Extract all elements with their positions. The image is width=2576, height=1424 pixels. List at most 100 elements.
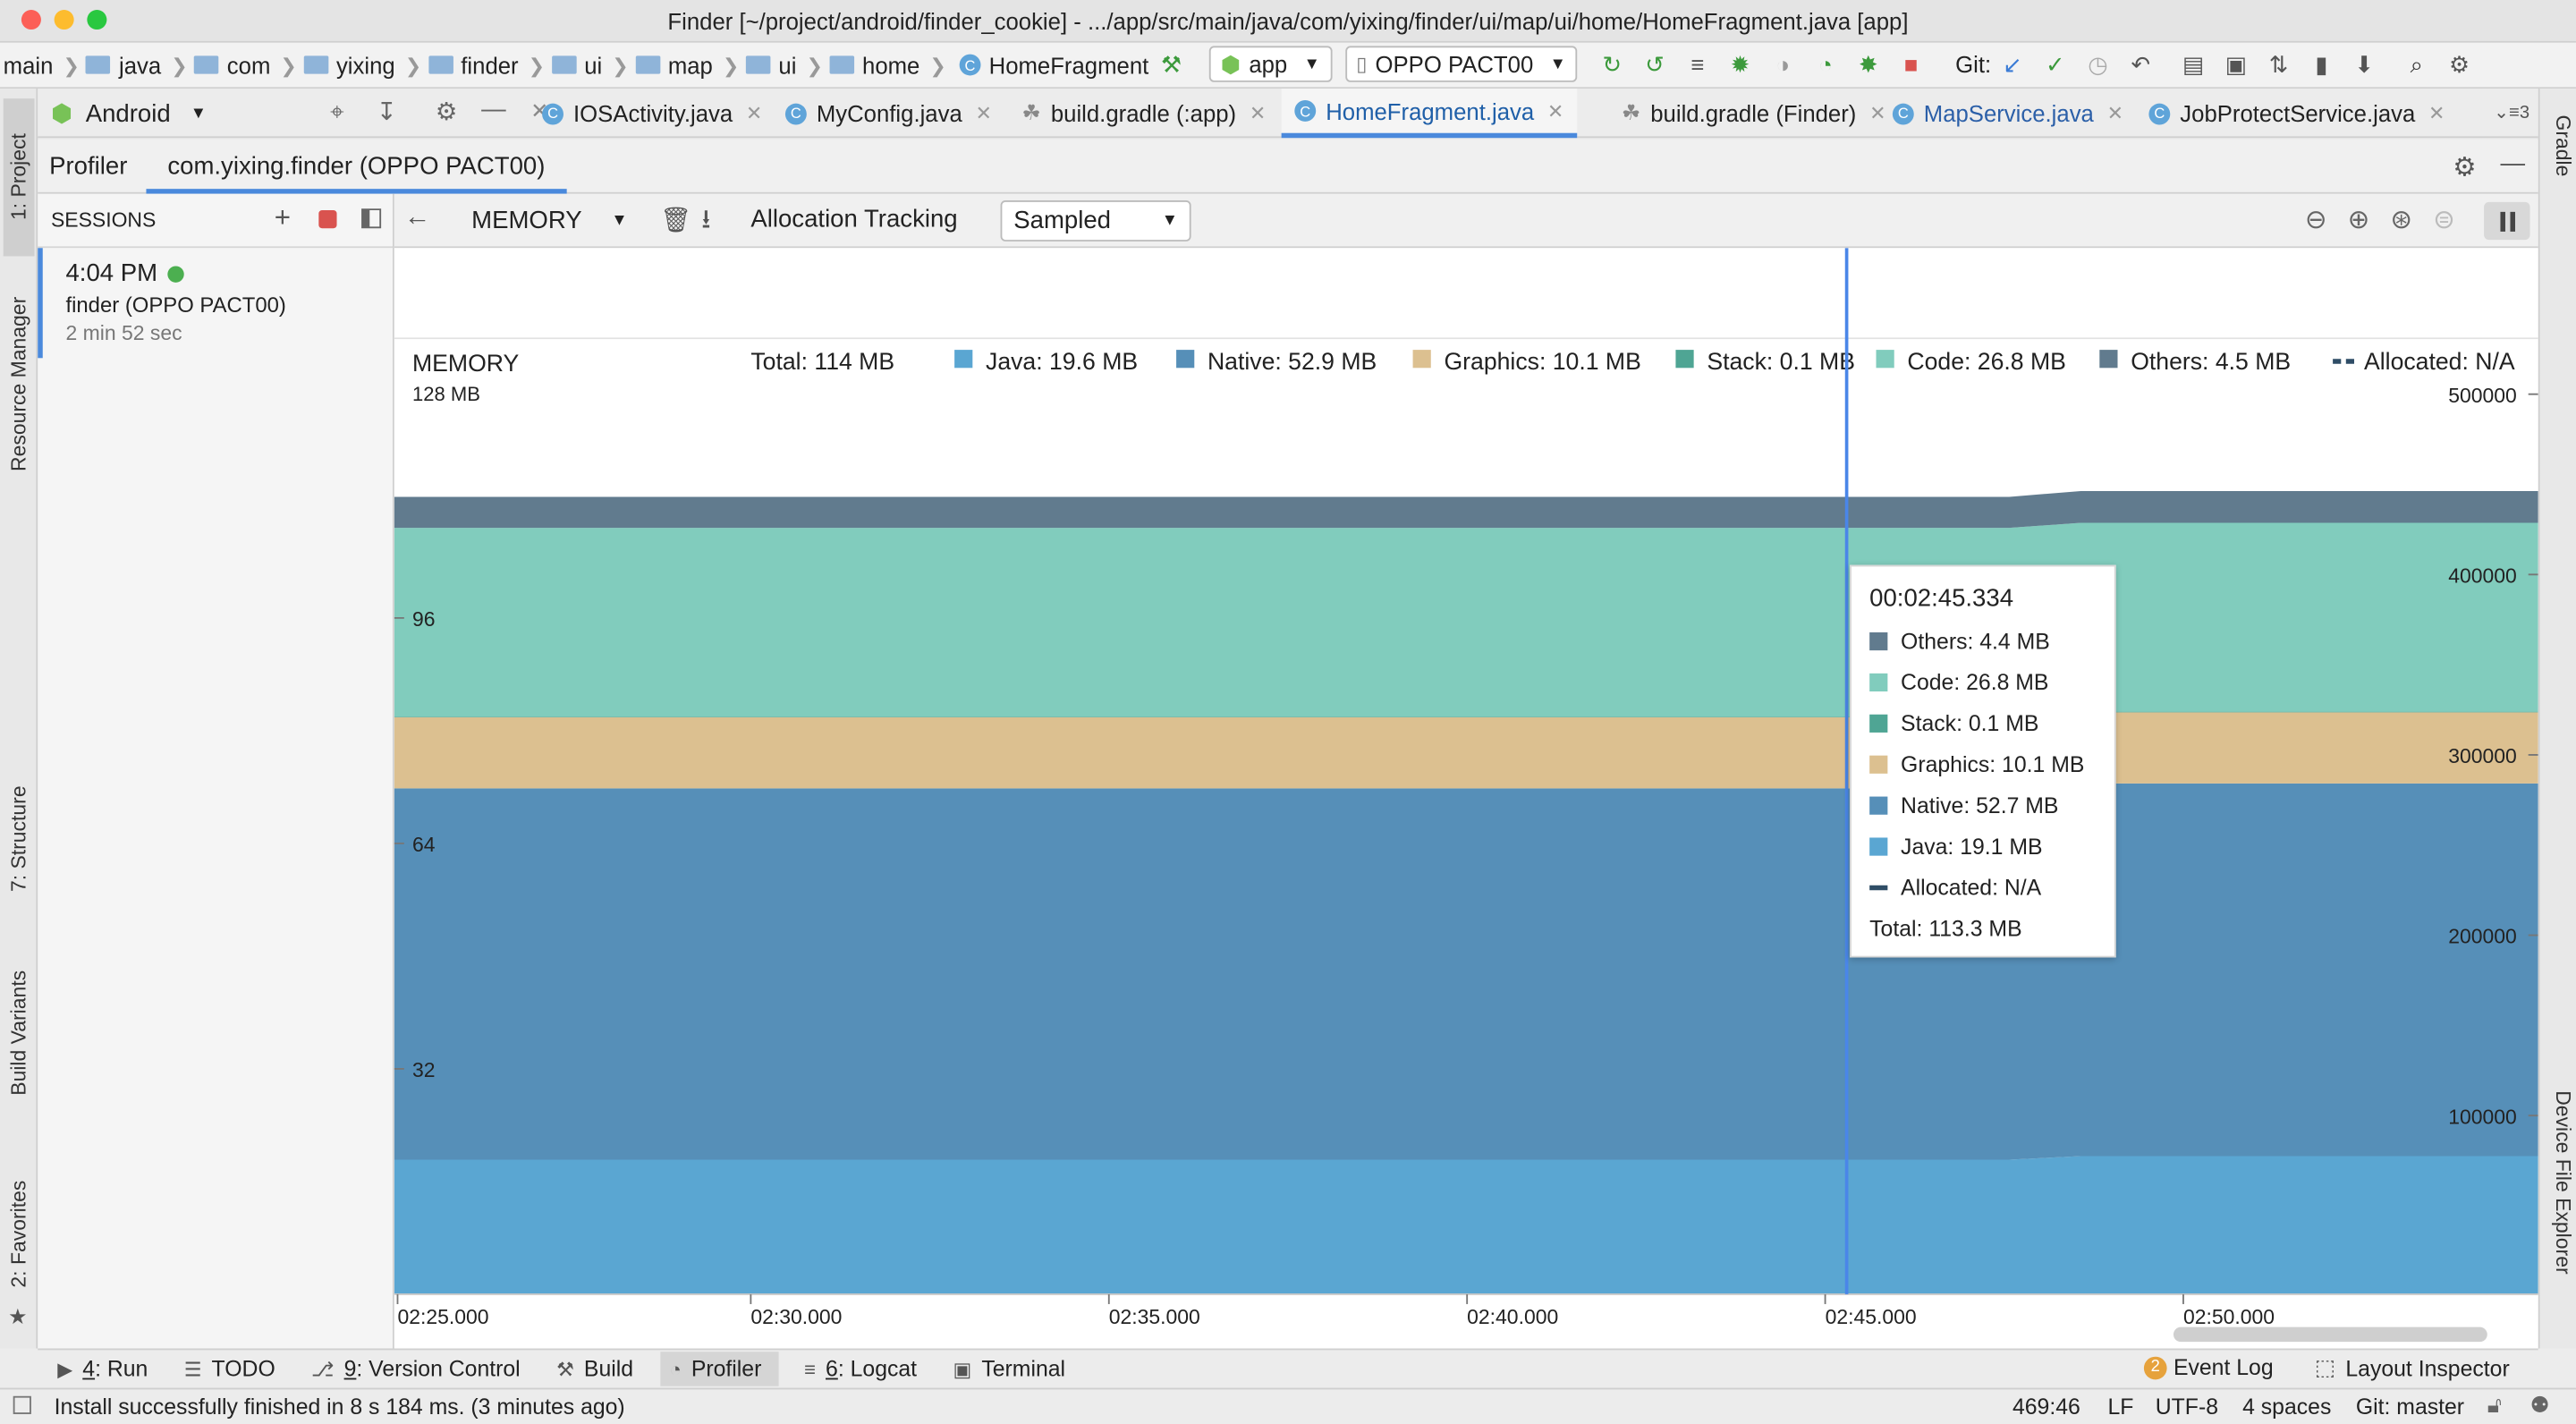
close-tab-icon[interactable]: ✕	[1250, 102, 1266, 125]
breadcrumb-item[interactable]: yixing ❯	[303, 52, 421, 78]
editor-tab[interactable]: C MyConfig.java ✕	[772, 89, 1004, 138]
breadcrumb-item[interactable]: home ❯	[829, 52, 946, 78]
reset-zoom-icon[interactable]: ⊛	[2390, 204, 2412, 237]
inspector-icon[interactable]: ⚉	[2530, 1393, 2550, 1419]
legend-swatch-stack	[1675, 350, 1694, 369]
tooltip-row: Allocated: N/A	[1869, 868, 2096, 909]
zoom-out-icon[interactable]: ⊖	[2305, 204, 2327, 237]
collapse-sessions-icon[interactable]	[361, 208, 382, 229]
tool-window-todo[interactable]: ☰ TODO	[184, 1357, 275, 1382]
indent-setting[interactable]: 4 spaces	[2242, 1394, 2331, 1420]
tool-window-profiler[interactable]: ◔ Profiler	[659, 1352, 778, 1386]
zoom-to-selection-icon[interactable]: ⊜	[2433, 204, 2455, 237]
search-icon[interactable]: ⌕	[2402, 49, 2431, 79]
build-hammer-icon[interactable]: ⚒	[1157, 49, 1186, 79]
lock-icon[interactable]: 🔓︎	[2487, 1393, 2502, 1419]
breadcrumb-item[interactable]: ui ❯	[551, 52, 629, 78]
collapse-all-icon[interactable]: ↧	[377, 97, 397, 126]
editor-tab[interactable]: C JobProtectService.java ✕	[2136, 89, 2458, 138]
project-tool-tab[interactable]: 1: Project	[3, 98, 35, 257]
apply-changes-restart-icon[interactable]: ↻	[1597, 49, 1627, 79]
editor-tab[interactable]: ☘ build.gradle (Finder) ✕	[1608, 89, 1899, 138]
gradle-tool-tab[interactable]: Gradle	[2545, 115, 2574, 214]
add-session-icon[interactable]: +	[275, 202, 291, 235]
apply-code-changes-icon[interactable]: ↺	[1640, 49, 1669, 79]
layout-inspector-button[interactable]: ⬚ Layout Inspector	[2315, 1355, 2510, 1381]
project-view-select[interactable]: ⬢ Android ▼	[51, 89, 207, 138]
sync-gradle-icon[interactable]: ⇅	[2264, 49, 2293, 79]
editor-tab[interactable]: C MapService.java ✕	[1879, 89, 2137, 138]
resource-manager-tool-tab[interactable]: Resource Manager	[4, 269, 35, 499]
force-gc-icon[interactable]: 🗑︎	[660, 206, 691, 234]
avd-manager-icon[interactable]: ▣	[2221, 49, 2250, 79]
process-tab[interactable]: com.yixing.finder (OPPO PACT00)	[146, 140, 567, 194]
settings-icon[interactable]: ⚙	[2445, 49, 2474, 79]
device-file-explorer-tool-tab[interactable]: Device File Explorer	[2545, 1090, 2574, 1320]
close-tab-icon[interactable]: ✕	[2107, 102, 2123, 125]
settings-icon[interactable]: ⚙	[436, 97, 458, 126]
stop-session-icon[interactable]	[318, 210, 337, 229]
breadcrumb-item[interactable]: main ❯	[4, 52, 80, 78]
close-tab-icon[interactable]: ✕	[2428, 102, 2445, 125]
tool-window-build[interactable]: ⚒ Build	[556, 1357, 633, 1382]
editor-tab[interactable]: ☘ build.gradle (:app) ✕	[1009, 89, 1279, 138]
coverage-icon[interactable]: ≡	[1682, 49, 1712, 79]
git-branch[interactable]: Git: master	[2356, 1394, 2464, 1420]
git-rollback-icon[interactable]: ↶	[2126, 49, 2156, 79]
memory-chart[interactable]: 96 64 32 128 MB 500000 400000 300000 200000 1000…	[394, 248, 2538, 1349]
tool-window-terminal[interactable]: ▣ Terminal	[953, 1357, 1065, 1382]
close-tab-icon[interactable]: ✕	[746, 102, 762, 125]
session-item[interactable]: 4:04 PM finder (OPPO PACT00) 2 min 52 sec	[38, 248, 393, 359]
close-tab-icon[interactable]: ✕	[975, 102, 991, 125]
pause-live-button[interactable]	[2484, 201, 2530, 241]
event-log-button[interactable]: 2 Event Log	[2143, 1355, 2274, 1379]
tool-window-logcat[interactable]: ≡ 6: Logcat	[804, 1357, 917, 1382]
device-manager-icon[interactable]: ▮	[2307, 49, 2336, 79]
run-config-select[interactable]: ⬢ app ▼	[1208, 46, 1332, 82]
editor-tab[interactable]: C HomeFragment.java ✕	[1281, 89, 1578, 139]
back-arrow-icon[interactable]: ←	[404, 204, 430, 233]
profiler-tab-label[interactable]: Profiler	[49, 153, 127, 181]
settings-icon[interactable]: ⚙	[2453, 151, 2476, 184]
editor-tab[interactable]: C IOSActivity.java ✕	[529, 89, 775, 138]
profile-icon[interactable]: ◔	[1810, 49, 1840, 79]
locate-file-icon[interactable]: ⌖	[330, 98, 344, 126]
favorites-tool-tab[interactable]: 2: Favorites	[4, 1166, 35, 1301]
tabs-overflow[interactable]: ⌄≡3	[2494, 102, 2529, 123]
caret-position[interactable]: 469:46	[2012, 1394, 2080, 1420]
close-tab-icon[interactable]: ✕	[1547, 99, 1563, 123]
sdk-manager-icon[interactable]: ⬇	[2350, 49, 2379, 79]
profiler-select[interactable]: MEMORY ▼	[460, 202, 634, 240]
legend-label-others: Others: 4.5 MB	[2131, 348, 2291, 375]
breadcrumb-item[interactable]: C HomeFragment	[953, 52, 1148, 78]
breadcrumb-item[interactable]: map ❯	[635, 52, 739, 78]
file-encoding[interactable]: UTF-8	[2156, 1394, 2218, 1420]
zoom-in-icon[interactable]: ⊕	[2348, 204, 2370, 237]
project-structure-icon[interactable]: ▤	[2178, 49, 2207, 79]
toggle-tool-windows-icon[interactable]	[13, 1395, 31, 1414]
line-separator[interactable]: LF	[2107, 1394, 2133, 1420]
gradle-icon: ☘	[1621, 100, 1641, 125]
tool-window-vcs[interactable]: ⎇ 9: Version Control	[311, 1357, 521, 1382]
run-with-coverage-icon[interactable]: ◑	[1768, 49, 1798, 79]
breadcrumb-item[interactable]: java ❯	[86, 52, 188, 78]
git-commit-icon[interactable]: ✓	[2040, 49, 2070, 79]
tooltip-row: Graphics: 10.1 MB	[1869, 744, 2096, 785]
build-variants-tool-tab[interactable]: Build Variants	[4, 959, 35, 1106]
git-update-icon[interactable]: ↙	[1997, 49, 2027, 79]
attach-debugger-icon[interactable]: ✸	[1853, 49, 1883, 79]
debug-icon[interactable]: ✹	[1725, 49, 1755, 79]
breadcrumb-item[interactable]: com ❯	[194, 52, 297, 78]
heap-dump-icon[interactable]: ⭳	[701, 202, 710, 247]
structure-tool-tab[interactable]: 7: Structure	[4, 762, 35, 917]
allocation-tracking-select[interactable]: Sampled ▼	[1000, 200, 1191, 242]
breadcrumb-item[interactable]: ui ❯	[745, 52, 823, 78]
tool-window-run[interactable]: ▶ 4: Run	[57, 1357, 148, 1382]
hide-panel-icon[interactable]: —	[2500, 149, 2525, 177]
hide-panel-icon[interactable]: —	[481, 95, 506, 123]
git-history-icon[interactable]: ◷	[2083, 49, 2113, 79]
device-select[interactable]: ▯ OPPO PACT00 ▼	[1344, 46, 1578, 82]
y-tick-label-left: 96	[412, 607, 436, 631]
breadcrumb-item[interactable]: finder ❯	[428, 52, 545, 78]
stop-icon[interactable]: ■	[1896, 49, 1926, 79]
